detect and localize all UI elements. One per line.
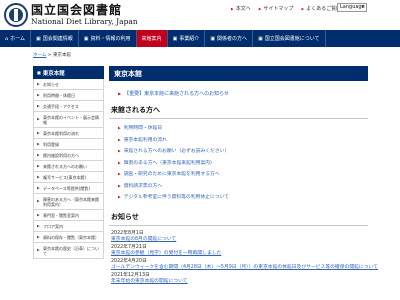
news-list: 2022年8月1日 東京本館の8月の開館について 2022年7月21日 東京本館… <box>111 231 378 285</box>
main-content: 東京本館 【重要】東京本館に来館される方へのお知らせ 来館される方へ 利用時間・… <box>109 66 378 285</box>
sidebar-item-copy-service[interactable]: 複写サービス(東京本館) <box>33 172 104 183</box>
square-icon: ▣ <box>258 35 263 42</box>
square-icon: ▣ <box>83 35 89 42</box>
site-header: 国立国会図書館 National Diet Library, Japan 本文へ… <box>0 0 400 30</box>
visitor-links: 利用時間・休館日 東京本館利用の流れ 来館される方へのお願い（必ずお読みください… <box>118 123 368 204</box>
sidebar-item-floor-guide[interactable]: フロア案内 <box>33 221 104 232</box>
link-requests[interactable]: 来館される方へのお願い（必ずお読みください） <box>118 146 368 158</box>
link-request-slip[interactable]: 資料請求票の方へ <box>118 181 368 193</box>
link-accessibility[interactable]: 障害のある方へ（東京本館来館利用案内） <box>118 158 368 170</box>
nav-about[interactable]: ▣ 国立国会図書館について <box>253 30 326 47</box>
nav-related-parties[interactable]: ▣ 関係者の方へ <box>205 30 254 47</box>
page-title: 東京本館 <box>109 66 368 81</box>
sidebar-item-registration[interactable]: 利用登録 <box>33 139 104 150</box>
news-link[interactable]: 東京本館の参観（見学）の受付を一時再開しました <box>111 251 368 257</box>
section-divider <box>109 224 368 226</box>
nav-visit-guide[interactable]: 来館案内 <box>136 30 168 47</box>
sidebar: 東京本館 お知らせ 利用時間・休館日 交通手段・アクセス 東京本館のイベント・展… <box>33 66 104 259</box>
sidebar-item-accessibility[interactable]: 障害のある方へ（東京本館来館利用案内） <box>33 194 104 210</box>
breadcrumb-current: 東京本館 <box>53 53 72 58</box>
news-link[interactable]: ゴールデンウィークを含む期間（4月28日（木）～5月9日（月））の東京本館の休館… <box>111 265 378 271</box>
link-hours[interactable]: 利用時間・休館日 <box>118 123 368 135</box>
sidebar-item-usage-flow[interactable]: 東京本館利用の流れ <box>33 128 104 139</box>
section-title-news: お知らせ <box>111 212 139 221</box>
section-divider <box>109 118 368 119</box>
nav-diet-info[interactable]: ▣ 国会関連情報 <box>31 30 79 47</box>
sidebar-item-history[interactable]: 東京本館の歴史（沿革）について <box>33 243 104 259</box>
skip-to-content-link[interactable]: 本文へ <box>231 5 251 12</box>
sidebar-item-hours[interactable]: 利用時間・休館日 <box>33 90 104 101</box>
sidebar-item-events[interactable]: 東京本館のイベント・展示会情報 <box>33 112 104 128</box>
global-nav: ⌂ ホーム ▣ 国会関連情報 ▣ 資料・情報の利用 来館案内 ▣ 事業紹介 ▣ 関係者の方… <box>0 30 400 47</box>
sidebar-item-reading-rooms[interactable]: 専門室・閲覧室案内 <box>33 210 104 221</box>
sidebar-item-facilities[interactable]: 館内施設利用の方へ <box>33 150 104 161</box>
square-icon: ▣ <box>172 35 178 42</box>
news-link[interactable]: 年末年始の東京本館の開館について <box>111 279 368 285</box>
square-icon: ▣ <box>36 35 41 42</box>
logo-english: National Diet Library, Japan <box>31 17 138 27</box>
nav-materials[interactable]: ▣ 資料・情報の利用 <box>79 30 137 47</box>
site-logo[interactable]: 国立国会図書館 National Diet Library, Japan <box>4 3 138 27</box>
faq-link[interactable]: よくあるご質問 <box>301 5 341 12</box>
sidebar-title[interactable]: 東京本館 <box>33 66 104 79</box>
link-usage-flow[interactable]: 東京本館利用の流れ <box>118 135 368 147</box>
sidebar-item-databases[interactable]: データベース等提供(閲覧) <box>33 183 104 194</box>
breadcrumb: ホーム > 東京本館 <box>33 52 71 58</box>
section-title-visitors: 来館される方へ <box>111 106 160 114</box>
sidebar-item-preservation[interactable]: 資料の保存・閲覧（東京本館） <box>33 232 104 243</box>
language-select[interactable]: Language <box>337 3 367 12</box>
ndl-emblem-icon <box>4 3 28 27</box>
sidebar-item-news[interactable]: お知らせ <box>33 79 104 90</box>
link-digital-reference[interactable]: デジタル参考室に伴う資料等の利用休止について <box>118 192 368 204</box>
square-icon: ▣ <box>210 35 216 42</box>
important-notice-link[interactable]: 【重要】東京本館に来館される方へのお知らせ <box>118 90 368 97</box>
nav-projects[interactable]: ▣ 事業紹介 <box>168 30 206 47</box>
logo-japanese: 国立国会図書館 <box>31 3 123 18</box>
home-icon: ⌂ <box>5 35 9 42</box>
sidebar-item-requests[interactable]: 来館される方へのお願い <box>33 161 104 172</box>
utility-links: 本文へ サイトマップ よくあるご質問 <box>231 5 341 12</box>
breadcrumb-home-link[interactable]: ホーム <box>33 53 46 58</box>
link-research-use[interactable]: 調査・研究のために東京本館を利用する方へ <box>118 169 368 181</box>
sidebar-item-access[interactable]: 交通手段・アクセス <box>33 101 104 112</box>
nav-home[interactable]: ⌂ ホーム <box>0 30 32 47</box>
sitemap-link[interactable]: サイトマップ <box>259 5 293 12</box>
news-link[interactable]: 東京本館の8月の開館について <box>111 237 368 243</box>
